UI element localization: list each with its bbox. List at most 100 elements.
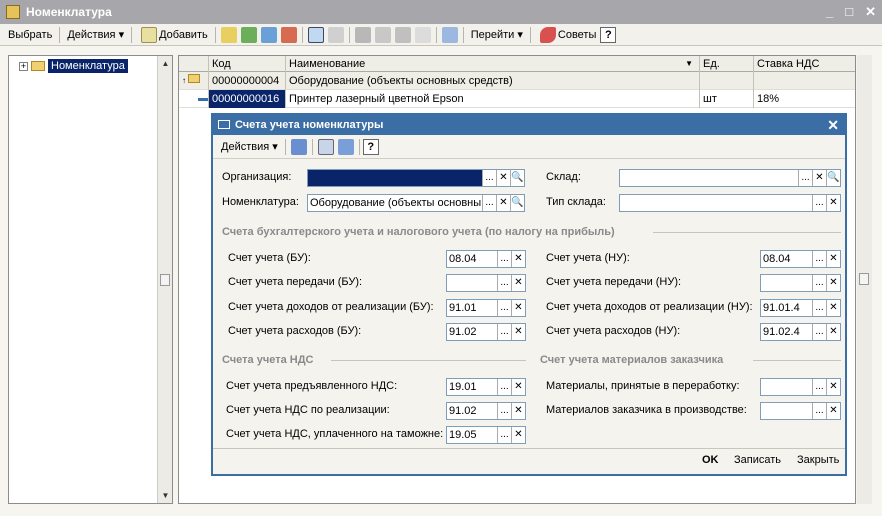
clear-icon[interactable]: ✕: [496, 170, 510, 186]
dialog-help-button[interactable]: ?: [362, 138, 379, 155]
open-icon[interactable]: 🔍: [510, 195, 524, 211]
nomenclature-field[interactable]: Оборудование (объекты основны:... ✕ 🔍: [307, 194, 525, 212]
clear-icon[interactable]: ✕: [826, 403, 840, 419]
close-icon[interactable]: ✕: [865, 4, 876, 20]
clear-icon[interactable]: ✕: [812, 170, 826, 186]
filter-icon[interactable]: [354, 26, 371, 43]
refresh-icon[interactable]: [441, 26, 458, 43]
expand-icon[interactable]: +: [19, 61, 28, 71]
clear-icon[interactable]: ✕: [511, 379, 525, 395]
copy-icon[interactable]: [240, 26, 257, 43]
income-nu-field[interactable]: 91.01.4... ✕: [760, 299, 841, 317]
open-icon[interactable]: 🔍: [510, 170, 524, 186]
vat-presented-field[interactable]: 19.01... ✕: [446, 378, 526, 396]
account-nu-field[interactable]: 08.04... ✕: [760, 250, 841, 268]
level-up-icon[interactable]: [327, 26, 344, 43]
select-icon[interactable]: ...: [497, 379, 511, 395]
table-scrollbar[interactable]: [857, 55, 872, 504]
delete-icon[interactable]: [280, 26, 297, 43]
select-icon[interactable]: ...: [812, 275, 826, 291]
save-button[interactable]: Записать: [734, 454, 781, 466]
warehouse-field[interactable]: ... ✕ 🔍: [619, 169, 841, 187]
add-button[interactable]: Добавить: [135, 25, 212, 45]
clear-icon[interactable]: ✕: [496, 195, 510, 211]
dialog-close-icon[interactable]: ✕: [827, 117, 839, 134]
scroll-down-icon[interactable]: ▼: [158, 488, 173, 503]
clear-icon[interactable]: ✕: [826, 251, 840, 267]
expense-nu-field[interactable]: 91.02.4... ✕: [760, 323, 841, 341]
income-bu-field[interactable]: 91.01... ✕: [446, 299, 526, 317]
scroll-thumb[interactable]: [160, 274, 170, 286]
vat-customs-field[interactable]: 19.05... ✕: [446, 426, 526, 444]
select-icon[interactable]: ...: [497, 300, 511, 316]
clear-icon[interactable]: ✕: [511, 403, 525, 419]
select-icon[interactable]: ...: [812, 300, 826, 316]
header-code[interactable]: Код: [209, 56, 286, 72]
select-icon[interactable]: ...: [482, 195, 496, 211]
select-icon[interactable]: ...: [497, 427, 511, 443]
actions-menu[interactable]: Действия ▾: [63, 25, 128, 45]
open-icon[interactable]: 🔍: [826, 170, 840, 186]
transfer-nu-field[interactable]: ... ✕: [760, 274, 841, 292]
ok-button[interactable]: OK: [702, 454, 719, 466]
select-button[interactable]: Выбрать: [4, 25, 56, 45]
goto-menu[interactable]: Перейти ▾: [467, 25, 527, 45]
select-icon[interactable]: ...: [798, 170, 812, 186]
scroll-thumb[interactable]: [859, 273, 869, 285]
maximize-icon[interactable]: □: [845, 4, 853, 20]
nomenclature-label: Номенклатура:: [222, 196, 299, 208]
select-icon[interactable]: ...: [497, 275, 511, 291]
tips-button[interactable]: Советы: [534, 25, 600, 45]
table-row[interactable]: 00000000016 Принтер лазерный цветной Eps…: [179, 90, 855, 108]
clear-icon[interactable]: ✕: [826, 195, 840, 211]
filter-value-icon[interactable]: [374, 26, 391, 43]
dialog-actions-menu[interactable]: Действия ▾: [217, 137, 282, 157]
materials-processing-field[interactable]: ... ✕: [760, 378, 841, 396]
clear-icon[interactable]: ✕: [826, 300, 840, 316]
add-folder-icon[interactable]: [220, 26, 237, 43]
select-icon[interactable]: ...: [812, 251, 826, 267]
header-name[interactable]: Наименование ▼: [286, 56, 700, 72]
vat-sales-field[interactable]: 91.02... ✕: [446, 402, 526, 420]
select-icon[interactable]: ...: [812, 379, 826, 395]
clear-filter-icon[interactable]: [414, 26, 431, 43]
group-tree[interactable]: + Номенклатура ▲ ▼: [8, 55, 173, 504]
select-icon[interactable]: ...: [812, 403, 826, 419]
close-button[interactable]: Закрыть: [797, 454, 839, 466]
exchange-icon[interactable]: [337, 138, 354, 155]
header-unit[interactable]: Ед.: [700, 56, 754, 72]
materials-production-field[interactable]: ... ✕: [760, 402, 841, 420]
clear-icon[interactable]: ✕: [511, 427, 525, 443]
select-icon[interactable]: ...: [497, 324, 511, 340]
org-field[interactable]: ... ✕ 🔍: [307, 169, 525, 187]
header-vat[interactable]: Ставка НДС: [754, 56, 854, 72]
tree-item-root[interactable]: + Номенклатура: [19, 59, 128, 73]
nomenclature-value: Оборудование (объекты основны:: [310, 197, 482, 209]
account-bu-field[interactable]: 08.04... ✕: [446, 250, 526, 268]
structure-icon[interactable]: [317, 138, 334, 155]
clear-icon[interactable]: ✕: [511, 275, 525, 291]
sort-icon[interactable]: [394, 26, 411, 43]
scroll-up-icon[interactable]: ▲: [158, 56, 173, 71]
warehouse-type-field[interactable]: ... ✕: [619, 194, 841, 212]
select-icon[interactable]: ...: [482, 170, 496, 186]
clear-icon[interactable]: ✕: [511, 251, 525, 267]
clear-icon[interactable]: ✕: [826, 324, 840, 340]
select-icon[interactable]: ...: [812, 324, 826, 340]
clear-icon[interactable]: ✕: [511, 300, 525, 316]
table-row[interactable]: ↑ 00000000004 Оборудование (объекты осно…: [179, 72, 855, 90]
tree-scrollbar[interactable]: ▲ ▼: [157, 56, 172, 503]
select-icon[interactable]: ...: [497, 251, 511, 267]
select-icon[interactable]: ...: [812, 195, 826, 211]
edit-icon[interactable]: [260, 26, 277, 43]
select-icon[interactable]: ...: [497, 403, 511, 419]
transfer-bu-field[interactable]: ... ✕: [446, 274, 526, 292]
minimize-icon[interactable]: _: [826, 4, 833, 20]
help-button[interactable]: ?: [600, 26, 617, 43]
clear-icon[interactable]: ✕: [511, 324, 525, 340]
back-icon[interactable]: [290, 138, 307, 155]
clear-icon[interactable]: ✕: [826, 275, 840, 291]
hierarchy-icon[interactable]: [307, 26, 324, 43]
clear-icon[interactable]: ✕: [826, 379, 840, 395]
expense-bu-field[interactable]: 91.02... ✕: [446, 323, 526, 341]
